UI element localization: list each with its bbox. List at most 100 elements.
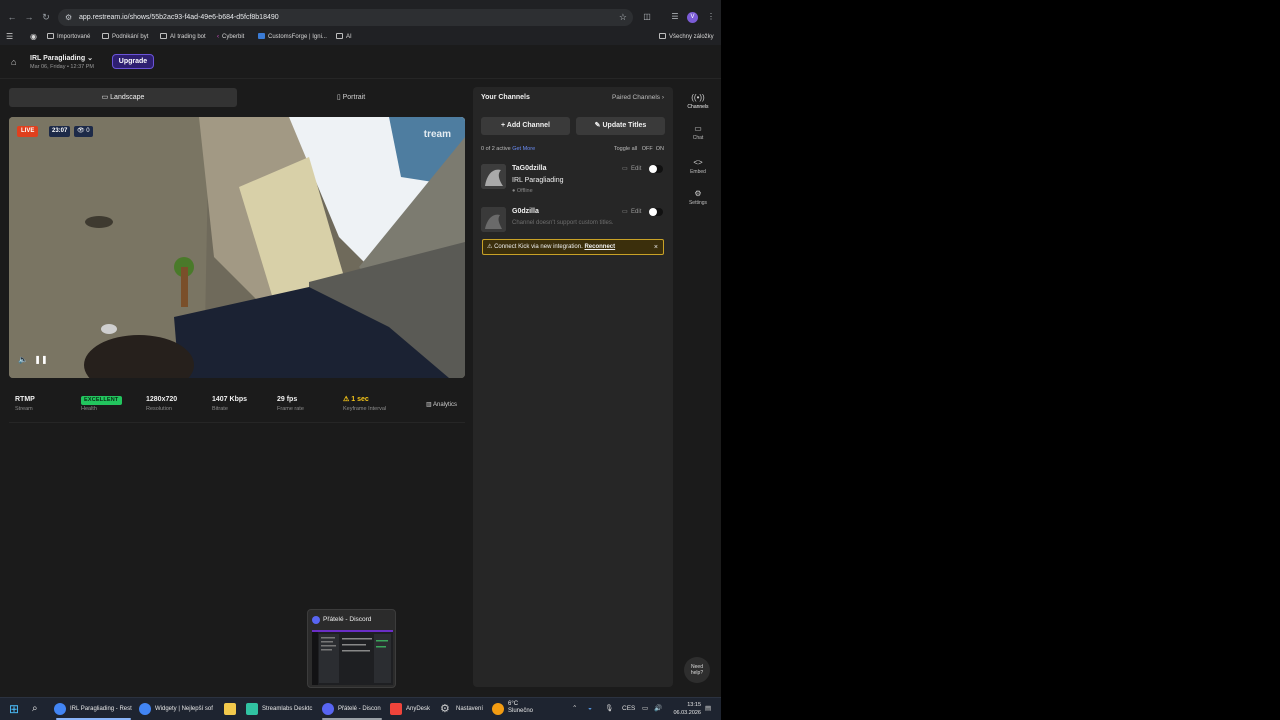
channel-item: G0dzilla Channel doesn't support custom … <box>481 207 665 235</box>
system-clock[interactable]: 13:15 06.03.2026 <box>668 701 701 717</box>
monitor-icon: ▭ <box>622 209 628 215</box>
monitor-tray-icon[interactable]: ▭ <box>642 704 648 714</box>
bookmark-podnikani[interactable]: Podnikání byt <box>102 32 148 42</box>
add-channel-button[interactable]: + Add Channel <box>481 117 570 135</box>
bookmark-ai[interactable]: AI <box>336 32 352 42</box>
toggle-all: Toggle all OFF ON <box>613 146 664 152</box>
bookmark-importovane[interactable]: Importované <box>47 32 90 42</box>
reconnect-link[interactable]: Reconnect <box>584 244 615 250</box>
need-help-button[interactable]: Need help? <box>684 657 710 683</box>
stream-preview[interactable]: LIVE 23:07 👁 0 tream 🔈 ❚❚ <box>9 117 465 378</box>
taskbar-app-label[interactable]: Streamlabs Desktc <box>262 705 312 714</box>
taskbar-app-label[interactable]: AnyDesk <box>406 705 430 714</box>
tray-chevron-icon[interactable]: ⌃ <box>572 704 577 714</box>
network-icon[interactable]: ◒ <box>588 704 592 714</box>
restream-watermark: tream <box>423 129 451 140</box>
stream-stats: RTMP Stream EXCELLENT Health 1280x720 Re… <box>9 391 465 423</box>
windows-start-icon[interactable]: ⊞ <box>9 703 21 715</box>
rail-channels[interactable]: ((•)) Channels <box>680 93 716 110</box>
close-icon[interactable]: × <box>654 243 658 252</box>
reload-icon[interactable]: ↻ <box>40 11 52 23</box>
rail-embed[interactable]: <> Embed <box>680 158 716 175</box>
channel-avatar <box>481 207 506 232</box>
weather-sun-icon[interactable] <box>492 703 504 715</box>
stat-framerate: 29 fps Frame rate <box>277 396 304 412</box>
taskbar-app-label[interactable]: Nastavení <box>456 705 483 714</box>
url-text[interactable]: app.restream.io/shows/55b2ac93-f4ad-49e6… <box>79 13 279 22</box>
analytics-link[interactable]: ▥ Analytics <box>426 401 457 408</box>
tab-portrait[interactable]: ▯ Portrait <box>237 88 465 107</box>
settings-gear-icon[interactable]: ⚙ <box>440 703 452 715</box>
chat-icon: ▭ <box>694 124 702 133</box>
site-info-icon[interactable]: ⚙ <box>65 12 72 23</box>
channel-edit-button[interactable]: ▭ Edit <box>622 165 641 172</box>
volume-icon[interactable]: 🔈 <box>16 354 30 366</box>
cyberbit-logo-icon: ‹ <box>217 34 219 40</box>
bookmark-customsforge[interactable]: CustomsForge | Igni... <box>258 32 327 42</box>
stat-keyframe: ⚠ 1 sec Keyframe Interval <box>343 396 387 412</box>
streamlabs-icon[interactable] <box>246 703 258 715</box>
address-bar[interactable]: ⚙ app.restream.io/shows/55b2ac93-f4ad-49… <box>58 9 633 26</box>
stat-stream: RTMP Stream <box>15 396 35 412</box>
home-icon[interactable]: ⌂ <box>11 57 21 67</box>
channels-title: Your Channels <box>481 94 530 101</box>
preview-frame-image <box>9 117 465 378</box>
menu-dots-icon[interactable]: ⋮ <box>705 11 717 23</box>
anydesk-icon[interactable] <box>390 703 402 715</box>
channel-name: TaG0dzilla <box>512 165 547 172</box>
discord-icon <box>312 616 320 624</box>
rail-chat[interactable]: ▭ Chat <box>680 124 716 141</box>
channel-edit-button[interactable]: ▭ Edit <box>622 208 641 215</box>
chevron-right-icon: › <box>661 94 664 101</box>
toggle-all-on[interactable]: ON <box>656 146 664 152</box>
gear-icon: ⚙ <box>694 189 702 198</box>
orientation-toggle: ▭ Landscape ▯ Portrait <box>9 88 465 107</box>
bookmarks-bar: ☰ ◉ Importované Podnikání byt AI trading… <box>0 29 721 45</box>
search-icon[interactable]: ⌕ <box>32 703 44 715</box>
stat-resolution: 1280x720 Resolution <box>146 396 178 412</box>
rail-settings[interactable]: ⚙ Settings <box>680 189 716 206</box>
taskbar-app-label[interactable]: Přátelé - Discon <box>338 705 381 714</box>
profile-avatar[interactable]: V <box>687 12 698 23</box>
chrome-app-icon[interactable] <box>139 703 151 715</box>
channel-toggle[interactable] <box>649 208 663 216</box>
chrome-app-icon[interactable] <box>54 703 66 715</box>
active-count: 0 of 2 active Get More <box>481 146 536 152</box>
chrome-icon[interactable]: ◉ <box>30 32 37 42</box>
extensions-icon[interactable]: ◫ <box>641 11 653 23</box>
channel-note: Channel doesn't support custom titles. <box>512 220 614 226</box>
forward-icon[interactable]: → <box>23 11 35 23</box>
update-titles-button[interactable]: ✎ Update Titles <box>576 117 665 135</box>
upgrade-button[interactable]: Upgrade <box>112 54 154 69</box>
language-indicator[interactable]: CES <box>622 704 635 714</box>
channel-toggle[interactable] <box>649 165 663 173</box>
event-title[interactable]: IRL Paragliading ⌄ <box>30 54 93 62</box>
toggle-all-off[interactable]: OFF <box>642 146 653 152</box>
bookmark-cyberbit[interactable]: ‹ Cyberbit <box>217 32 244 42</box>
taskbar-app-label[interactable]: IRL Paragliading - Rest <box>70 705 132 714</box>
paired-channels-link[interactable]: Paired Channels › <box>612 94 664 101</box>
tab-search-icon[interactable]: ☰ <box>669 11 681 23</box>
windows-taskbar: ⊞ ⌕ IRL Paragliading - Rest Widgety | Ne… <box>0 697 721 720</box>
taskbar-preview-popup[interactable]: Přátelé - Discord <box>307 609 396 688</box>
discord-icon[interactable] <box>322 703 334 715</box>
stat-bitrate: 1407 Kbps Bitrate <box>212 396 248 412</box>
pencil-icon: ✎ <box>594 122 601 129</box>
bookmark-star-icon[interactable]: ☆ <box>619 12 627 23</box>
app-header: ⌂ IRL Paragliading ⌄ Mar 06, Friday • 12… <box>0 45 721 79</box>
weather-widget[interactable]: 6°C Slunečno <box>508 701 533 715</box>
back-icon[interactable]: ← <box>6 11 18 23</box>
notifications-icon[interactable]: ▤ <box>705 704 711 714</box>
apps-icon[interactable]: ☰ <box>6 32 13 42</box>
folder-icon <box>102 33 109 39</box>
file-explorer-icon[interactable] <box>224 703 236 715</box>
viewer-count: 👁 0 <box>74 126 93 137</box>
taskbar-app-label[interactable]: Widgety | Nejlepší sof <box>155 705 213 714</box>
microphone-icon[interactable]: 🎙 <box>605 704 613 714</box>
speaker-icon[interactable]: 🔊 <box>654 704 662 714</box>
bookmark-ai-trading[interactable]: AI trading bot <box>160 32 206 42</box>
get-more-link[interactable]: Get More <box>512 146 535 152</box>
pause-icon[interactable]: ❚❚ <box>34 354 48 366</box>
tab-landscape[interactable]: ▭ Landscape <box>9 88 237 107</box>
all-bookmarks[interactable]: Všechny záložky <box>659 32 714 42</box>
